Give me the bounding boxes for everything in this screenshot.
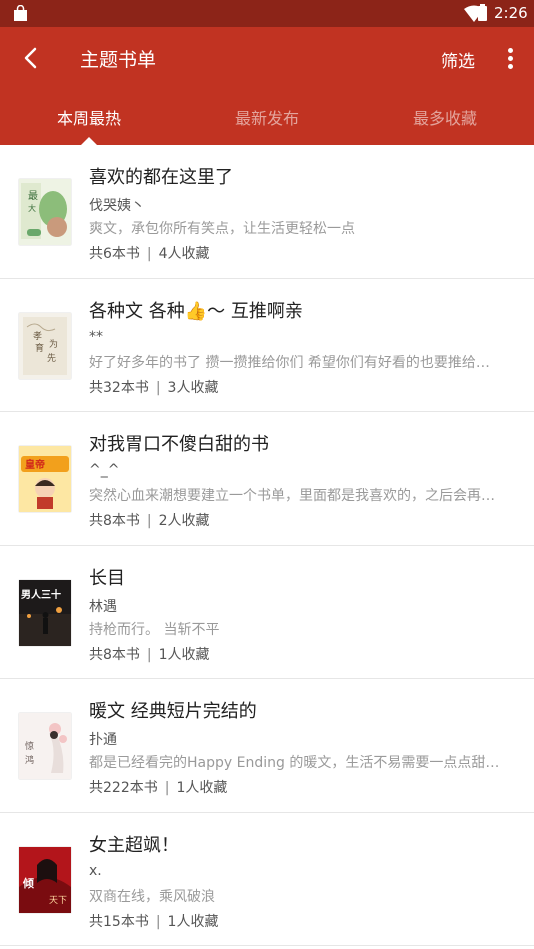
tab-label: 最多收藏 — [412, 109, 477, 128]
book-count: 共15本书 — [89, 913, 149, 930]
booklist-author: ** — [89, 328, 103, 345]
separator: | — [164, 780, 170, 796]
separator: | — [146, 646, 152, 663]
booklist-author: x. — [89, 862, 102, 879]
booklist-author: 伐哭姨丶 — [89, 198, 145, 214]
book-count: 共8本书 — [89, 646, 140, 663]
list-item[interactable]: 男人三十 长目 林遇 持枪而行。 当斩不平 共8本书 | 1人收藏 — [0, 546, 534, 679]
tab-most-favorited[interactable]: 最多收藏 — [356, 89, 534, 145]
svg-text:最: 最 — [28, 190, 38, 202]
favorite-count: 1人收藏 — [158, 646, 210, 663]
tab-label: 本周最热 — [56, 109, 121, 128]
svg-text:为: 为 — [49, 338, 58, 350]
booklist-list: 最 大 喜欢的都在这里了 伐哭姨丶 爽文，承包你所有笑点，让生活更轻松一点 共6… — [0, 145, 534, 946]
svg-text:鸿: 鸿 — [25, 754, 34, 766]
more-vertical-icon[interactable] — [502, 45, 518, 73]
list-item[interactable]: 孝 育 为 先 各种文 各种👍〜 互推啊亲 ** 好了好多年的书了 攒一攒推给你… — [0, 279, 534, 412]
booklist-stats: 共8本书 | 2人收藏 — [89, 510, 210, 530]
list-item[interactable]: 倾 天下 女主超飒！ x. 双商在线，乘风破浪 共15本书 | 1人收藏 — [0, 813, 534, 946]
app-bar: 主题书单 筛选 本周最热 最新发布 最多收藏 — [0, 27, 534, 145]
booklist-author: 扑通 — [89, 732, 117, 748]
separator: | — [146, 513, 152, 529]
book-count: 共32本书 — [89, 379, 149, 396]
booklist-description: 爽文，承包你所有笑点，让生活更轻松一点 — [89, 221, 355, 237]
svg-text:孝: 孝 — [33, 331, 42, 342]
list-item[interactable]: 惊 鸿 暖文 经典短片完结的 扑通 都是已经看完的Happy Ending 的暖… — [0, 679, 534, 813]
booklist-title: 对我胃口不傻白甜的书 — [89, 434, 269, 455]
svg-text:先: 先 — [47, 352, 56, 364]
tab-bar: 本周最热 最新发布 最多收藏 — [0, 89, 534, 145]
separator: | — [155, 913, 161, 930]
book-cover: 孝 育 为 先 — [19, 312, 71, 379]
book-cover: 皇帝 — [19, 446, 71, 512]
chevron-left-icon[interactable] — [14, 41, 48, 75]
booklist-author: ^_^ — [89, 462, 120, 478]
booklist-title: 女主超飒！ — [89, 834, 179, 856]
favorite-count: 1人收藏 — [167, 913, 219, 930]
status-bar: 2:26 — [0, 0, 534, 27]
svg-text:皇帝: 皇帝 — [25, 458, 45, 471]
svg-text:大: 大 — [28, 203, 36, 213]
active-tab-indicator — [81, 137, 97, 145]
favorite-count: 2人收藏 — [158, 513, 210, 529]
booklist-description: 都是已经看完的Happy Ending 的暖文，生活不易需要一点点甜… — [89, 755, 500, 771]
separator: | — [146, 246, 152, 262]
svg-text:惊: 惊 — [25, 740, 34, 752]
svg-text:男人三十: 男人三十 — [21, 588, 61, 601]
booklist-title: 喜欢的都在这里了 — [89, 167, 233, 188]
separator: | — [155, 379, 161, 396]
booklist-stats: 共6本书 | 4人收藏 — [89, 243, 210, 263]
list-item[interactable]: 最 大 喜欢的都在这里了 伐哭姨丶 爽文，承包你所有笑点，让生活更轻松一点 共6… — [0, 145, 534, 279]
booklist-description: 双商在线，乘风破浪 — [89, 888, 215, 905]
booklist-author: 林遇 — [89, 598, 117, 615]
favorite-count: 3人收藏 — [167, 379, 219, 396]
book-count: 共6本书 — [89, 246, 140, 262]
booklist-stats: 共32本书 | 3人收藏 — [89, 377, 218, 397]
tab-weekly-hot[interactable]: 本周最热 — [0, 89, 178, 145]
svg-text:天下: 天下 — [49, 896, 67, 906]
shopping-bag-icon — [14, 5, 27, 21]
book-cover: 最 大 — [19, 179, 71, 245]
book-cover: 惊 鸿 — [19, 713, 71, 779]
booklist-stats: 共15本书 | 1人收藏 — [89, 911, 218, 931]
booklist-description: 好了好多年的书了 攒一攒推给你们 希望你们有好看的也要推给… — [89, 354, 490, 371]
battery-icon — [478, 4, 487, 21]
tab-latest[interactable]: 最新发布 — [178, 89, 356, 145]
book-cover: 倾 天下 — [19, 846, 71, 913]
booklist-description: 持枪而行。 当斩不平 — [89, 621, 220, 638]
booklist-stats: 共222本书 | 1人收藏 — [89, 777, 227, 797]
book-cover: 男人三十 — [19, 579, 71, 646]
book-count: 共222本书 — [89, 780, 158, 796]
svg-text:倾: 倾 — [22, 876, 34, 890]
filter-button[interactable]: 筛选 — [441, 47, 475, 72]
booklist-title: 各种文 各种👍〜 互推啊亲 — [89, 300, 303, 322]
clock: 2:26 — [494, 4, 528, 22]
page-title: 主题书单 — [80, 49, 157, 71]
booklist-description: 突然心血来潮想要建立一个书单，里面都是我喜欢的，之后会再… — [89, 488, 495, 504]
list-item[interactable]: 皇帝 对我胃口不傻白甜的书 ^_^ 突然心血来潮想要建立一个书单，里面都是我喜欢… — [0, 412, 534, 546]
booklist-title: 暖文 经典短片完结的 — [89, 701, 257, 722]
favorite-count: 1人收藏 — [176, 780, 228, 796]
book-count: 共8本书 — [89, 513, 140, 529]
svg-text:育: 育 — [35, 342, 44, 354]
tab-label: 最新发布 — [234, 109, 299, 128]
booklist-title: 长目 — [89, 567, 125, 589]
favorite-count: 4人收藏 — [158, 246, 210, 262]
booklist-stats: 共8本书 | 1人收藏 — [89, 644, 210, 664]
